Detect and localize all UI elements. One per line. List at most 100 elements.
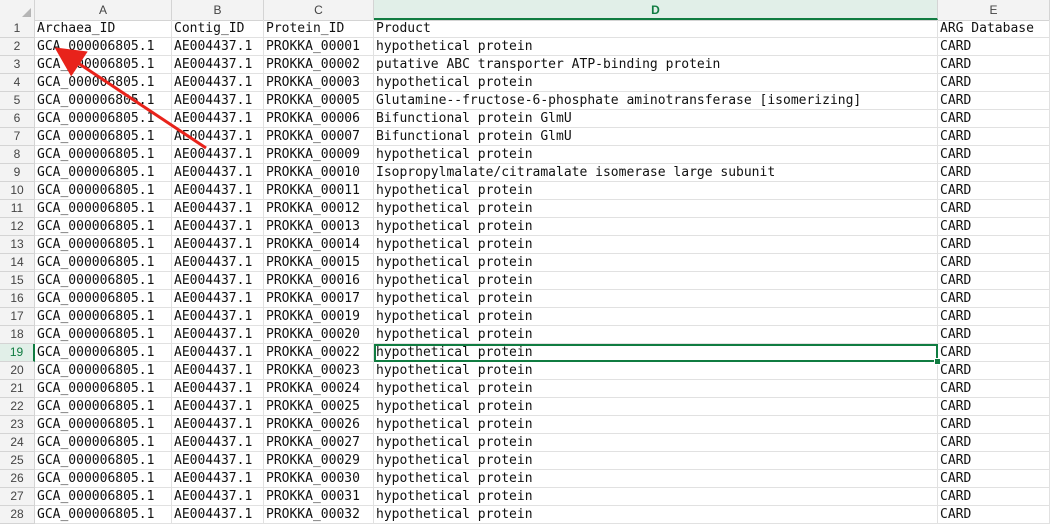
table-cell[interactable]: PROKKA_00016 (264, 272, 374, 290)
table-cell[interactable]: hypothetical protein (374, 146, 938, 164)
table-cell[interactable]: hypothetical protein (374, 254, 938, 272)
table-cell[interactable]: hypothetical protein (374, 380, 938, 398)
table-cell[interactable]: Product (374, 20, 938, 38)
row-number[interactable]: 7 (0, 128, 35, 146)
table-cell[interactable]: PROKKA_00032 (264, 506, 374, 524)
table-cell[interactable]: hypothetical protein (374, 326, 938, 344)
table-cell[interactable]: PROKKA_00003 (264, 74, 374, 92)
table-cell[interactable]: PROKKA_00022 (264, 344, 374, 362)
table-cell[interactable]: hypothetical protein (374, 38, 938, 56)
table-cell[interactable]: PROKKA_00025 (264, 398, 374, 416)
table-cell[interactable]: CARD (938, 236, 1050, 254)
table-cell[interactable]: CARD (938, 506, 1050, 524)
table-cell[interactable]: PROKKA_00010 (264, 164, 374, 182)
table-cell[interactable]: CARD (938, 200, 1050, 218)
table-cell[interactable]: CARD (938, 128, 1050, 146)
table-cell[interactable]: PROKKA_00011 (264, 182, 374, 200)
table-cell[interactable]: GCA_000006805.1 (35, 254, 172, 272)
table-cell[interactable]: GCA_000006805.1 (35, 362, 172, 380)
table-cell[interactable]: PROKKA_00019 (264, 308, 374, 326)
table-cell[interactable]: CARD (938, 218, 1050, 236)
table-cell[interactable]: PROKKA_00002 (264, 56, 374, 74)
table-cell[interactable]: AE004437.1 (172, 182, 264, 200)
table-cell[interactable]: CARD (938, 470, 1050, 488)
table-cell[interactable]: GCA_000006805.1 (35, 488, 172, 506)
table-cell[interactable]: Contig_ID (172, 20, 264, 38)
table-cell[interactable]: PROKKA_00015 (264, 254, 374, 272)
table-cell[interactable]: GCA_000006805.1 (35, 434, 172, 452)
row-number[interactable]: 6 (0, 110, 35, 128)
table-cell[interactable]: hypothetical protein (374, 398, 938, 416)
row-number[interactable]: 27 (0, 488, 35, 506)
table-cell[interactable]: AE004437.1 (172, 344, 264, 362)
table-cell[interactable]: CARD (938, 434, 1050, 452)
table-cell[interactable]: AE004437.1 (172, 506, 264, 524)
table-cell[interactable]: putative ABC transporter ATP-binding pro… (374, 56, 938, 74)
table-cell[interactable]: GCA_000006805.1 (35, 290, 172, 308)
table-cell[interactable]: CARD (938, 308, 1050, 326)
table-cell[interactable]: AE004437.1 (172, 380, 264, 398)
table-cell[interactable]: GCA_000006805.1 (35, 164, 172, 182)
table-cell[interactable]: Bifunctional protein GlmU (374, 110, 938, 128)
table-cell[interactable]: PROKKA_00026 (264, 416, 374, 434)
table-cell[interactable]: CARD (938, 110, 1050, 128)
table-cell[interactable]: AE004437.1 (172, 416, 264, 434)
table-cell[interactable]: CARD (938, 254, 1050, 272)
table-cell[interactable]: hypothetical protein (374, 182, 938, 200)
table-cell[interactable]: hypothetical protein (374, 506, 938, 524)
table-cell[interactable]: GCA_000006805.1 (35, 272, 172, 290)
table-cell[interactable]: GCA_000006805.1 (35, 92, 172, 110)
table-cell[interactable]: AE004437.1 (172, 290, 264, 308)
table-cell[interactable]: PROKKA_00017 (264, 290, 374, 308)
table-cell[interactable]: AE004437.1 (172, 236, 264, 254)
table-cell[interactable]: AE004437.1 (172, 362, 264, 380)
table-cell[interactable]: AE004437.1 (172, 470, 264, 488)
table-cell[interactable]: PROKKA_00029 (264, 452, 374, 470)
table-cell[interactable]: PROKKA_00012 (264, 200, 374, 218)
table-cell[interactable]: GCA_000006805.1 (35, 380, 172, 398)
table-cell[interactable]: CARD (938, 92, 1050, 110)
row-number[interactable]: 17 (0, 308, 35, 326)
table-cell[interactable]: Archaea_ID (35, 20, 172, 38)
table-cell[interactable]: GCA_000006805.1 (35, 452, 172, 470)
table-cell[interactable]: CARD (938, 272, 1050, 290)
table-cell[interactable]: PROKKA_00009 (264, 146, 374, 164)
table-cell[interactable]: GCA_000006805.1 (35, 398, 172, 416)
table-cell[interactable]: PROKKA_00014 (264, 236, 374, 254)
table-cell[interactable]: GCA_000006805.1 (35, 182, 172, 200)
row-number[interactable]: 26 (0, 470, 35, 488)
table-cell[interactable]: CARD (938, 146, 1050, 164)
table-cell[interactable]: AE004437.1 (172, 200, 264, 218)
table-cell[interactable]: GCA_000006805.1 (35, 506, 172, 524)
table-cell[interactable]: AE004437.1 (172, 218, 264, 236)
row-number[interactable]: 11 (0, 200, 35, 218)
table-cell[interactable]: AE004437.1 (172, 452, 264, 470)
table-cell[interactable]: GCA_000006805.1 (35, 200, 172, 218)
table-cell[interactable]: Bifunctional protein GlmU (374, 128, 938, 146)
table-cell[interactable]: hypothetical protein (374, 470, 938, 488)
table-cell[interactable]: hypothetical protein (374, 434, 938, 452)
row-number[interactable]: 5 (0, 92, 35, 110)
table-cell[interactable]: AE004437.1 (172, 434, 264, 452)
table-cell[interactable]: CARD (938, 290, 1050, 308)
table-cell[interactable]: hypothetical protein (374, 74, 938, 92)
row-number[interactable]: 12 (0, 218, 35, 236)
table-cell[interactable]: ARG Database (938, 20, 1050, 38)
table-cell[interactable]: GCA_000006805.1 (35, 326, 172, 344)
row-number[interactable]: 23 (0, 416, 35, 434)
table-cell[interactable]: PROKKA_00023 (264, 362, 374, 380)
table-cell[interactable]: CARD (938, 488, 1050, 506)
row-number[interactable]: 19 (0, 344, 35, 362)
table-cell[interactable]: PROKKA_00013 (264, 218, 374, 236)
table-cell[interactable]: GCA_000006805.1 (35, 110, 172, 128)
table-cell[interactable]: AE004437.1 (172, 92, 264, 110)
row-number[interactable]: 10 (0, 182, 35, 200)
row-number[interactable]: 18 (0, 326, 35, 344)
row-number[interactable]: 16 (0, 290, 35, 308)
table-cell[interactable]: GCA_000006805.1 (35, 74, 172, 92)
table-cell[interactable]: AE004437.1 (172, 254, 264, 272)
table-cell[interactable]: CARD (938, 326, 1050, 344)
row-number[interactable]: 9 (0, 164, 35, 182)
row-number[interactable]: 20 (0, 362, 35, 380)
table-cell[interactable]: hypothetical protein (374, 308, 938, 326)
